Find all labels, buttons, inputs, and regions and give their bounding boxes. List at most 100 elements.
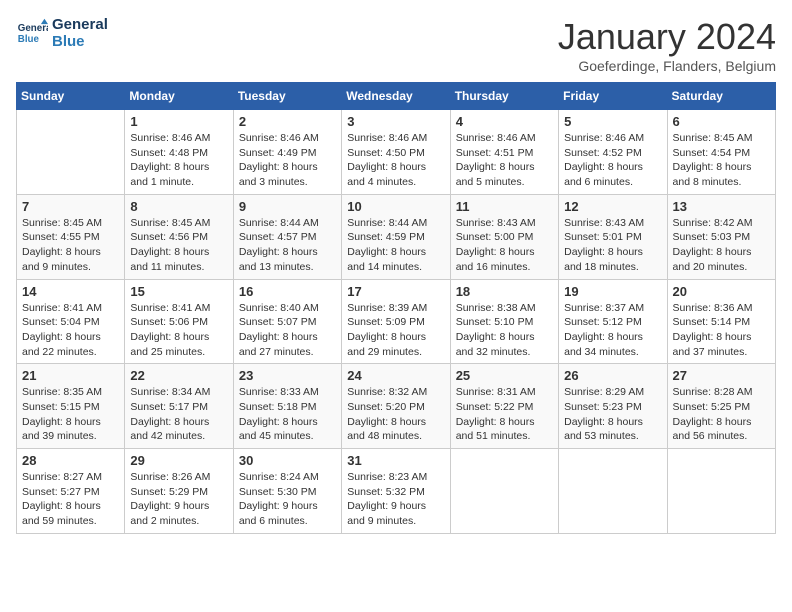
calendar-cell: 5 Sunrise: 8:46 AM Sunset: 4:52 PM Daylig… (559, 110, 667, 195)
day-header-wednesday: Wednesday (342, 83, 450, 110)
day-number: 7 (22, 199, 119, 214)
calendar-cell: 4Sunrise: 8:46 AM Sunset: 4:51 PM Daylig… (450, 110, 558, 195)
day-number: 21 (22, 368, 119, 383)
cell-content: Sunrise: 8:35 AM Sunset: 5:15 PM Dayligh… (22, 385, 119, 444)
day-number: 30 (239, 453, 336, 468)
day-number: 5 (564, 114, 661, 129)
week-row-3: 14 Sunrise: 8:41 AM Sunset: 5:04 PM Dayli… (17, 279, 776, 364)
calendar-cell: 24Sunrise: 8:32 AM Sunset: 5:20 PM Dayli… (342, 364, 450, 449)
month-title: January 2024 (558, 16, 776, 58)
calendar-cell: 13 Sunrise: 8:42 AM Sunset: 5:03 PM Dayli… (667, 194, 775, 279)
calendar-cell: 14 Sunrise: 8:41 AM Sunset: 5:04 PM Dayli… (17, 279, 125, 364)
day-number: 22 (130, 368, 227, 383)
day-header-saturday: Saturday (667, 83, 775, 110)
cell-content: Sunrise: 8:41 AM Sunset: 5:04 PM Dayligh… (22, 301, 119, 360)
day-number: 31 (347, 453, 444, 468)
cell-content: Sunrise: 8:46 AM Sunset: 4:52 PM Dayligh… (564, 131, 661, 190)
calendar-cell (559, 449, 667, 534)
calendar-cell: 18Sunrise: 8:38 AM Sunset: 5:10 PM Dayli… (450, 279, 558, 364)
day-header-monday: Monday (125, 83, 233, 110)
cell-content: Sunrise: 8:41 AM Sunset: 5:06 PM Dayligh… (130, 301, 227, 360)
cell-content: Sunrise: 8:28 AM Sunset: 5:25 PM Dayligh… (673, 385, 770, 444)
day-number: 20 (673, 284, 770, 299)
calendar-cell (667, 449, 775, 534)
cell-content: Sunrise: 8:23 AM Sunset: 5:32 PM Dayligh… (347, 470, 444, 529)
day-number: 4 (456, 114, 553, 129)
calendar-cell: 1 Sunrise: 8:46 AM Sunset: 4:48 PM Daylig… (125, 110, 233, 195)
page-header: General Blue General Blue January 2024 G… (16, 16, 776, 74)
cell-content: Sunrise: 8:27 AM Sunset: 5:27 PM Dayligh… (22, 470, 119, 529)
logo: General Blue General Blue (16, 16, 108, 50)
day-number: 25 (456, 368, 553, 383)
day-header-sunday: Sunday (17, 83, 125, 110)
calendar-cell: 22Sunrise: 8:34 AM Sunset: 5:17 PM Dayli… (125, 364, 233, 449)
week-row-4: 21 Sunrise: 8:35 AM Sunset: 5:15 PM Dayli… (17, 364, 776, 449)
calendar-cell: 20Sunrise: 8:36 AM Sunset: 5:14 PM Dayli… (667, 279, 775, 364)
calendar-cell: 11 Sunrise: 8:43 AM Sunset: 5:00 PM Dayli… (450, 194, 558, 279)
day-number: 14 (22, 284, 119, 299)
cell-content: Sunrise: 8:43 AM Sunset: 5:00 PM Dayligh… (456, 216, 553, 275)
cell-content: Sunrise: 8:42 AM Sunset: 5:03 PM Dayligh… (673, 216, 770, 275)
week-row-1: 1 Sunrise: 8:46 AM Sunset: 4:48 PM Daylig… (17, 110, 776, 195)
day-number: 2 (239, 114, 336, 129)
day-number: 15 (130, 284, 227, 299)
cell-content: Sunrise: 8:40 AM Sunset: 5:07 PM Dayligh… (239, 301, 336, 360)
day-number: 9 (239, 199, 336, 214)
cell-content: Sunrise: 8:46 AM Sunset: 4:49 PM Dayligh… (239, 131, 336, 190)
calendar-cell: 7 Sunrise: 8:45 AM Sunset: 4:55 PM Daylig… (17, 194, 125, 279)
calendar-cell (17, 110, 125, 195)
calendar-header: SundayMondayTuesdayWednesdayThursdayFrid… (17, 83, 776, 110)
day-number: 18 (456, 284, 553, 299)
day-number: 6 (673, 114, 770, 129)
calendar-cell: 9Sunrise: 8:44 AM Sunset: 4:57 PM Daylig… (233, 194, 341, 279)
day-number: 1 (130, 114, 227, 129)
day-number: 29 (130, 453, 227, 468)
day-number: 16 (239, 284, 336, 299)
cell-content: Sunrise: 8:46 AM Sunset: 4:50 PM Dayligh… (347, 131, 444, 190)
calendar-cell: 16 Sunrise: 8:40 AM Sunset: 5:07 PM Dayli… (233, 279, 341, 364)
calendar-cell: 12 Sunrise: 8:43 AM Sunset: 5:01 PM Dayli… (559, 194, 667, 279)
calendar-cell: 3Sunrise: 8:46 AM Sunset: 4:50 PM Daylig… (342, 110, 450, 195)
calendar-cell: 19 Sunrise: 8:37 AM Sunset: 5:12 PM Dayli… (559, 279, 667, 364)
day-header-friday: Friday (559, 83, 667, 110)
location-text: Goeferdinge, Flanders, Belgium (558, 58, 776, 74)
calendar-cell: 26Sunrise: 8:29 AM Sunset: 5:23 PM Dayli… (559, 364, 667, 449)
calendar-cell: 15 Sunrise: 8:41 AM Sunset: 5:06 PM Dayli… (125, 279, 233, 364)
day-number: 12 (564, 199, 661, 214)
cell-content: Sunrise: 8:24 AM Sunset: 5:30 PM Dayligh… (239, 470, 336, 529)
svg-text:General: General (18, 23, 48, 34)
day-number: 13 (673, 199, 770, 214)
day-number: 11 (456, 199, 553, 214)
day-number: 24 (347, 368, 444, 383)
calendar-cell (450, 449, 558, 534)
calendar-cell: 8Sunrise: 8:45 AM Sunset: 4:56 PM Daylig… (125, 194, 233, 279)
calendar-cell: 2 Sunrise: 8:46 AM Sunset: 4:49 PM Daylig… (233, 110, 341, 195)
calendar-cell: 28Sunrise: 8:27 AM Sunset: 5:27 PM Dayli… (17, 449, 125, 534)
day-number: 19 (564, 284, 661, 299)
cell-content: Sunrise: 8:45 AM Sunset: 4:56 PM Dayligh… (130, 216, 227, 275)
cell-content: Sunrise: 8:33 AM Sunset: 5:18 PM Dayligh… (239, 385, 336, 444)
calendar-cell: 23Sunrise: 8:33 AM Sunset: 5:18 PM Dayli… (233, 364, 341, 449)
cell-content: Sunrise: 8:45 AM Sunset: 4:54 PM Dayligh… (673, 131, 770, 190)
header-row: SundayMondayTuesdayWednesdayThursdayFrid… (17, 83, 776, 110)
day-number: 10 (347, 199, 444, 214)
calendar-cell: 30 Sunrise: 8:24 AM Sunset: 5:30 PM Dayli… (233, 449, 341, 534)
cell-content: Sunrise: 8:45 AM Sunset: 4:55 PM Dayligh… (22, 216, 119, 275)
calendar-cell: 17 Sunrise: 8:39 AM Sunset: 5:09 PM Dayli… (342, 279, 450, 364)
day-header-thursday: Thursday (450, 83, 558, 110)
day-number: 17 (347, 284, 444, 299)
week-row-2: 7 Sunrise: 8:45 AM Sunset: 4:55 PM Daylig… (17, 194, 776, 279)
calendar-table: SundayMondayTuesdayWednesdayThursdayFrid… (16, 82, 776, 534)
cell-content: Sunrise: 8:37 AM Sunset: 5:12 PM Dayligh… (564, 301, 661, 360)
cell-content: Sunrise: 8:43 AM Sunset: 5:01 PM Dayligh… (564, 216, 661, 275)
calendar-cell: 10 Sunrise: 8:44 AM Sunset: 4:59 PM Dayli… (342, 194, 450, 279)
calendar-cell: 29Sunrise: 8:26 AM Sunset: 5:29 PM Dayli… (125, 449, 233, 534)
calendar-cell: 27Sunrise: 8:28 AM Sunset: 5:25 PM Dayli… (667, 364, 775, 449)
calendar-cell: 25Sunrise: 8:31 AM Sunset: 5:22 PM Dayli… (450, 364, 558, 449)
cell-content: Sunrise: 8:39 AM Sunset: 5:09 PM Dayligh… (347, 301, 444, 360)
calendar-cell: 21 Sunrise: 8:35 AM Sunset: 5:15 PM Dayli… (17, 364, 125, 449)
cell-content: Sunrise: 8:46 AM Sunset: 4:48 PM Dayligh… (130, 131, 227, 190)
day-number: 26 (564, 368, 661, 383)
calendar-cell: 31 Sunrise: 8:23 AM Sunset: 5:32 PM Dayli… (342, 449, 450, 534)
cell-content: Sunrise: 8:44 AM Sunset: 4:59 PM Dayligh… (347, 216, 444, 275)
